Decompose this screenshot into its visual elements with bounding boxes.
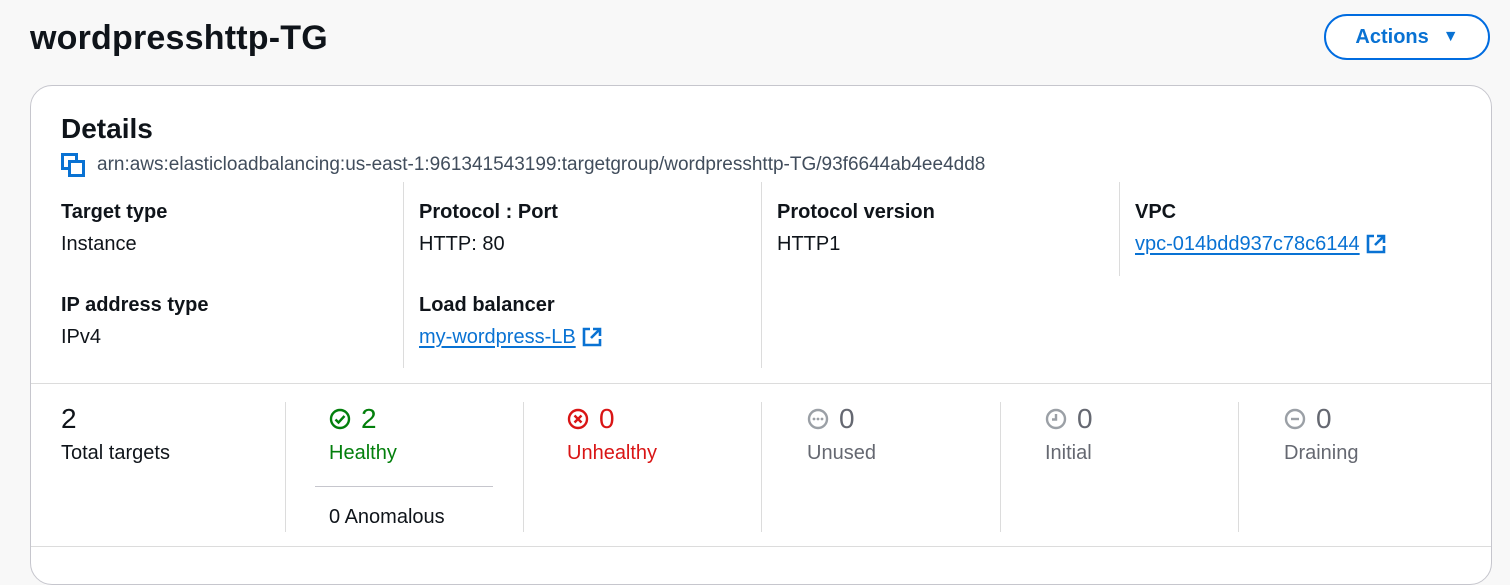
target-type-label: Target type [61, 201, 168, 223]
stat-unhealthy: 0 Unhealthy [567, 402, 657, 466]
draining-count: 0 [1316, 403, 1332, 434]
protocol-version-value: HTTP1 [777, 233, 841, 255]
healthy-label: Healthy [329, 442, 397, 464]
stat-divider [761, 402, 762, 532]
clock-icon [1045, 408, 1067, 430]
stat-initial: 0 Initial [1045, 402, 1093, 466]
load-balancer-label: Load balancer [419, 294, 555, 316]
external-link-icon [1366, 234, 1386, 254]
stat-divider [1000, 402, 1001, 532]
column-divider [761, 182, 762, 368]
load-balancer-field: Load balancer my-wordpress-LB [419, 292, 602, 350]
protocol-version-label: Protocol version [777, 201, 935, 223]
initial-count: 0 [1077, 403, 1093, 434]
stat-divider [285, 402, 286, 532]
vpc-link-text: vpc-014bdd937c78c6144 [1135, 233, 1360, 255]
check-circle-icon [329, 408, 351, 430]
stat-total-targets: 2 Total targets [61, 402, 170, 466]
target-type-value: Instance [61, 233, 137, 255]
ip-address-type-value: IPv4 [61, 326, 102, 348]
details-heading: Details [61, 113, 153, 144]
total-targets-label: Total targets [61, 442, 170, 464]
external-link-icon [582, 327, 602, 347]
initial-label: Initial [1045, 442, 1092, 464]
unhealthy-label: Unhealthy [567, 442, 658, 464]
arn-row: arn:aws:elasticloadbalancing:us-east-1:9… [61, 152, 985, 178]
stat-divider [523, 402, 524, 532]
load-balancer-link[interactable]: my-wordpress-LB [419, 324, 602, 350]
draining-label: Draining [1284, 442, 1359, 464]
target-type-field: Target type Instance [61, 199, 167, 257]
actions-button[interactable]: Actions ▼ [1324, 14, 1490, 60]
protocol-port-field: Protocol : Port HTTP: 80 [419, 199, 558, 257]
protocol-port-label: Protocol : Port [419, 201, 558, 223]
vpc-label: VPC [1135, 201, 1177, 223]
section-divider [31, 383, 1491, 384]
stat-divider [1238, 402, 1239, 532]
unused-count: 0 [839, 403, 855, 434]
vpc-field: VPC vpc-014bdd937c78c6144 [1135, 199, 1386, 257]
page-title: wordpresshttp-TG [30, 19, 328, 57]
ip-address-type-label: IP address type [61, 294, 209, 316]
healthy-sub-divider [315, 486, 493, 487]
column-divider [403, 182, 404, 368]
ellipsis-circle-icon [807, 408, 829, 430]
minus-circle-icon [1284, 408, 1306, 430]
unhealthy-count: 0 [599, 403, 615, 434]
caret-down-icon: ▼ [1442, 28, 1459, 45]
total-targets-count: 2 [61, 403, 77, 434]
stat-healthy: 2 Healthy [329, 402, 397, 466]
protocol-version-field: Protocol version HTTP1 [777, 199, 935, 257]
copy-icon[interactable] [61, 153, 85, 177]
protocol-port-value: HTTP: 80 [419, 233, 505, 255]
stat-unused: 0 Unused [807, 402, 876, 466]
arn-text: arn:aws:elasticloadbalancing:us-east-1:9… [97, 154, 986, 175]
column-divider [1119, 182, 1120, 276]
healthy-count: 2 [361, 403, 377, 434]
vpc-link[interactable]: vpc-014bdd937c78c6144 [1135, 231, 1386, 257]
unused-label: Unused [807, 442, 876, 464]
details-panel: Details arn:aws:elasticloadbalancing:us-… [30, 85, 1492, 585]
ip-address-type-field: IP address type IPv4 [61, 292, 208, 350]
x-circle-icon [567, 408, 589, 430]
anomalous-count: 0 Anomalous [329, 506, 445, 528]
section-divider [31, 546, 1491, 547]
load-balancer-link-text: my-wordpress-LB [419, 326, 576, 348]
stat-draining: 0 Draining [1284, 402, 1358, 466]
actions-button-label: Actions [1355, 25, 1429, 48]
